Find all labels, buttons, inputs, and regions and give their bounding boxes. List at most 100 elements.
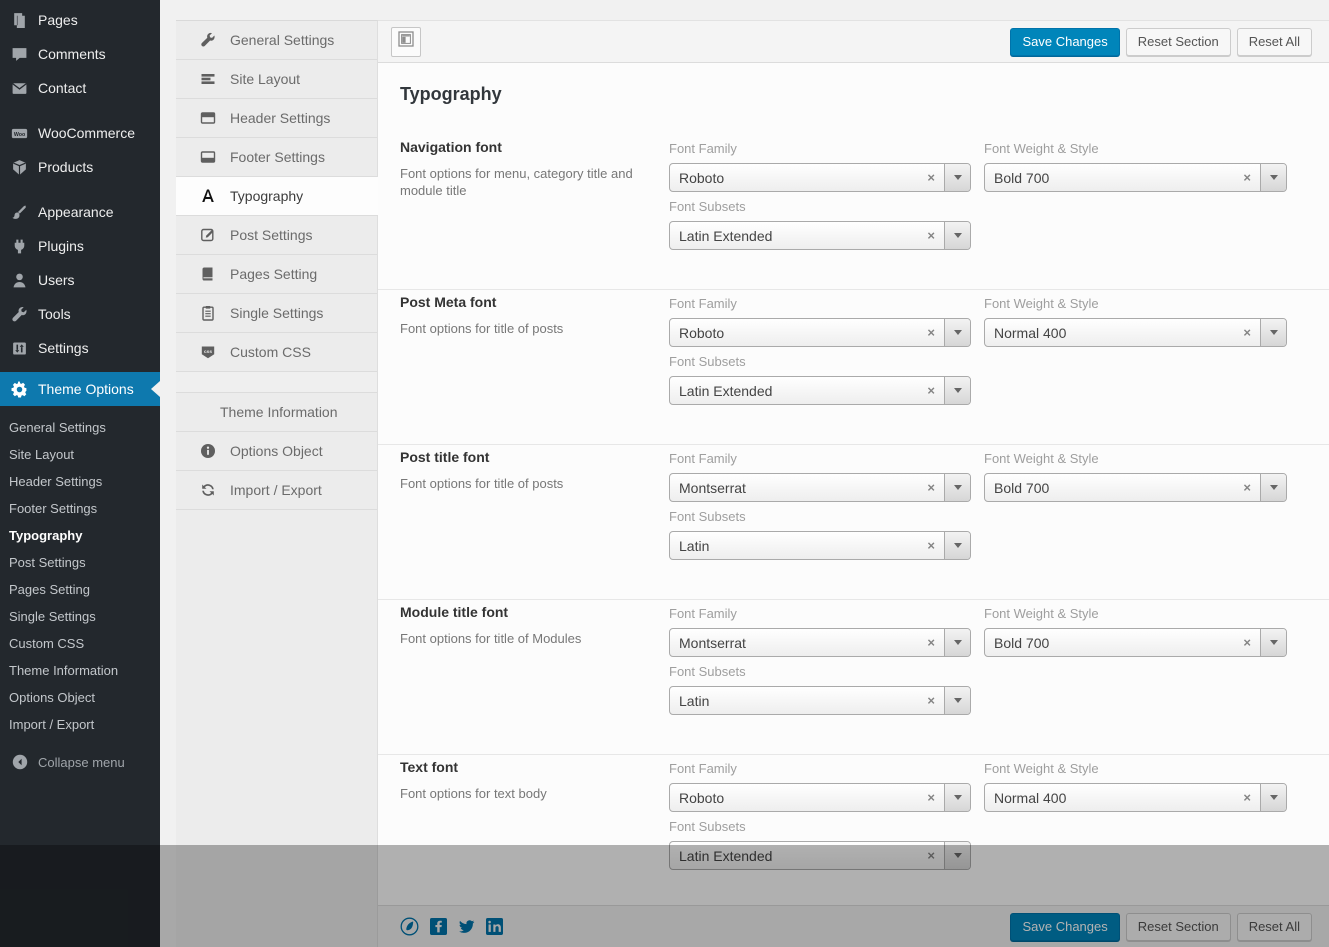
sidebar-subitem-typography[interactable]: Typography <box>0 522 160 549</box>
sidebar-item-theme-options[interactable]: Theme Options <box>0 372 160 406</box>
dropdown-arrow-button[interactable] <box>944 164 970 191</box>
clear-icon[interactable]: × <box>1243 474 1260 501</box>
sidebar-item-products[interactable]: Products <box>0 150 160 184</box>
font-weight-select[interactable]: Normal 400× <box>984 783 1287 812</box>
dropdown-arrow-button[interactable] <box>944 319 970 346</box>
clear-icon[interactable]: × <box>927 842 944 869</box>
clear-icon[interactable]: × <box>927 629 944 656</box>
font-weight-select[interactable]: Bold 700× <box>984 473 1287 502</box>
tab-site-layout[interactable]: Site Layout <box>176 60 377 99</box>
dropdown-arrow-button[interactable] <box>944 784 970 811</box>
tab-general-settings[interactable]: General Settings <box>176 21 377 60</box>
font-subsets-select[interactable]: Latin Extended× <box>669 841 971 870</box>
tab-import-export[interactable]: Import / Export <box>176 471 377 510</box>
tab-pages-setting[interactable]: Pages Setting <box>176 255 377 294</box>
collapse-menu-button[interactable]: Collapse menu <box>0 745 160 779</box>
panel-toggle-button[interactable] <box>391 27 421 57</box>
clear-icon[interactable]: × <box>1243 629 1260 656</box>
font-family-select-field: Font FamilyRoboto× <box>669 141 971 192</box>
pages-icon <box>9 12 29 29</box>
clear-icon[interactable]: × <box>927 474 944 501</box>
font-subsets-select[interactable]: Latin× <box>669 686 971 715</box>
tab-options-object[interactable]: Options Object <box>176 432 377 471</box>
linkedin-icon[interactable] <box>486 918 503 935</box>
sidebar-subitem-general-settings[interactable]: General Settings <box>0 414 160 441</box>
reset-section-button[interactable]: Reset Section <box>1126 28 1231 56</box>
admin-sidebar: PagesCommentsContact WooWooCommerceProduc… <box>0 0 160 947</box>
fields-column-1: Font FamilyRoboto×Font SubsetsLatin Exte… <box>669 293 971 405</box>
font-weight-select[interactable]: Normal 400× <box>984 318 1287 347</box>
reset-section-button[interactable]: Reset Section <box>1126 913 1231 941</box>
font-family-select[interactable]: Roboto× <box>669 163 971 192</box>
dropdown-arrow-button[interactable] <box>1260 164 1286 191</box>
reset-all-button[interactable]: Reset All <box>1237 28 1312 56</box>
dropdown-arrow-button[interactable] <box>944 222 970 249</box>
envato-icon[interactable] <box>400 917 419 936</box>
dropdown-arrow-button[interactable] <box>1260 629 1286 656</box>
clear-icon[interactable]: × <box>1243 784 1260 811</box>
sidebar-item-plugins[interactable]: Plugins <box>0 229 160 263</box>
sidebar-subitem-pages-setting[interactable]: Pages Setting <box>0 576 160 603</box>
sidebar-item-tools[interactable]: Tools <box>0 297 160 331</box>
tab-single-settings[interactable]: Single Settings <box>176 294 377 333</box>
clear-icon[interactable]: × <box>927 784 944 811</box>
clear-icon[interactable]: × <box>1243 319 1260 346</box>
sidebar-subitem-options-object[interactable]: Options Object <box>0 684 160 711</box>
dropdown-arrow-button[interactable] <box>1260 784 1286 811</box>
clear-icon[interactable]: × <box>927 222 944 249</box>
dropdown-arrow-button[interactable] <box>944 532 970 559</box>
sidebar-subitem-single-settings[interactable]: Single Settings <box>0 603 160 630</box>
tab-header-settings[interactable]: Header Settings <box>176 99 377 138</box>
facebook-icon[interactable] <box>430 918 447 935</box>
font-family-select[interactable]: Montserrat× <box>669 628 971 657</box>
reset-all-button[interactable]: Reset All <box>1237 913 1312 941</box>
sidebar-item-settings[interactable]: Settings <box>0 331 160 365</box>
clear-icon[interactable]: × <box>927 532 944 559</box>
dropdown-arrow-button[interactable] <box>1260 319 1286 346</box>
tab-post-settings[interactable]: Post Settings <box>176 216 377 255</box>
dropdown-arrow-button[interactable] <box>944 377 970 404</box>
dropdown-arrow-button[interactable] <box>944 687 970 714</box>
sidebar-subitem-custom-css[interactable]: Custom CSS <box>0 630 160 657</box>
sidebar-item-users[interactable]: Users <box>0 263 160 297</box>
sidebar-item-pages[interactable]: Pages <box>0 3 160 37</box>
caret-down-icon <box>1270 330 1278 335</box>
sidebar-subitem-theme-information[interactable]: Theme Information <box>0 657 160 684</box>
font-subsets-select[interactable]: Latin Extended× <box>669 221 971 250</box>
sidebar-subitem-site-layout[interactable]: Site Layout <box>0 441 160 468</box>
font-family-select[interactable]: Roboto× <box>669 783 971 812</box>
sidebar-item-contact[interactable]: Contact <box>0 71 160 105</box>
save-changes-button[interactable]: Save Changes <box>1010 913 1119 941</box>
sidebar-item-comments[interactable]: Comments <box>0 37 160 71</box>
toolbar-buttons: Save Changes Reset Section Reset All <box>1010 28 1312 56</box>
sidebar-subitem-header-settings[interactable]: Header Settings <box>0 468 160 495</box>
twitter-icon[interactable] <box>458 918 475 935</box>
font-weight-select[interactable]: Bold 700× <box>984 628 1287 657</box>
save-changes-button[interactable]: Save Changes <box>1010 28 1119 56</box>
font-family-select[interactable]: Montserrat× <box>669 473 971 502</box>
font-family-select[interactable]: Roboto× <box>669 318 971 347</box>
sidebar-subitem-import-export[interactable]: Import / Export <box>0 711 160 738</box>
content-area: Typography Navigation fontFont options f… <box>378 63 1329 905</box>
sidebar-item-woocommerce[interactable]: WooWooCommerce <box>0 116 160 150</box>
sidebar-subitem-post-settings[interactable]: Post Settings <box>0 549 160 576</box>
sidebar-item-appearance[interactable]: Appearance <box>0 195 160 229</box>
dropdown-arrow-button[interactable] <box>944 842 970 869</box>
tab-footer-settings[interactable]: Footer Settings <box>176 138 377 177</box>
clear-icon[interactable]: × <box>927 377 944 404</box>
sidebar-subitem-footer-settings[interactable]: Footer Settings <box>0 495 160 522</box>
font-subsets-select[interactable]: Latin Extended× <box>669 376 971 405</box>
dropdown-arrow-button[interactable] <box>1260 474 1286 501</box>
tab-theme-information[interactable]: Theme Information <box>176 393 377 432</box>
fields-column-1: Font FamilyMontserrat×Font SubsetsLatin× <box>669 448 971 560</box>
clear-icon[interactable]: × <box>927 319 944 346</box>
tab-typography[interactable]: Typography <box>176 177 378 216</box>
font-subsets-select[interactable]: Latin× <box>669 531 971 560</box>
tab-custom-css[interactable]: cssCustom CSS <box>176 333 377 372</box>
clear-icon[interactable]: × <box>927 164 944 191</box>
font-weight-select[interactable]: Bold 700× <box>984 163 1287 192</box>
clear-icon[interactable]: × <box>1243 164 1260 191</box>
dropdown-arrow-button[interactable] <box>944 629 970 656</box>
clear-icon[interactable]: × <box>927 687 944 714</box>
dropdown-arrow-button[interactable] <box>944 474 970 501</box>
